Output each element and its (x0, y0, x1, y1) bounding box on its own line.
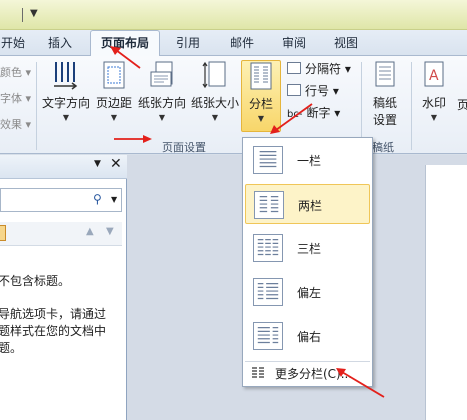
nav-message-line-4: 题。 (0, 341, 23, 355)
chevron-down-icon: ▼ (211, 113, 219, 122)
two-columns-icon (254, 191, 284, 219)
nav-message-line-1: 不包含标题。 (0, 274, 71, 288)
close-icon[interactable]: ✕ (110, 156, 122, 172)
two-columns-option[interactable]: 两栏 (245, 184, 370, 224)
tab-mailings[interactable]: 邮件 (224, 34, 260, 56)
right-column-label: 偏右 (297, 330, 322, 344)
right-column-icon (253, 322, 283, 350)
qat-separator (22, 8, 23, 22)
ribbon-separator (36, 62, 37, 150)
theme-fonts-button[interactable]: 字体 ▾ (0, 90, 31, 106)
quick-access-toolbar: ▼ (0, 0, 467, 30)
more-columns-option[interactable]: 更多分栏(C)... (245, 361, 370, 383)
down-arrow-icon[interactable]: ▼ (106, 226, 114, 237)
chevron-down-icon[interactable]: ▼ (111, 195, 117, 204)
watermark-icon: A (424, 61, 444, 87)
tab-page-layout[interactable]: 页面布局 (90, 30, 160, 57)
orientation-button[interactable]: 纸张方向 ▼ (136, 60, 188, 132)
nav-message-line-2: 导航选项卡，请通过 (0, 307, 107, 321)
three-columns-option[interactable]: 三栏 (245, 228, 370, 268)
svg-text:A: A (429, 68, 439, 84)
up-arrow-icon[interactable]: ▲ (86, 226, 94, 237)
chevron-down-icon: ▼ (62, 113, 70, 122)
nav-pane-menu-icon[interactable]: ▼ (94, 159, 101, 169)
hyphenation-icon: bc- (287, 109, 303, 120)
page-color-button[interactable]: 页 (457, 96, 467, 113)
line-numbers-icon (287, 84, 301, 96)
three-columns-label: 三栏 (297, 242, 322, 256)
navigation-pane: ▼ ✕ ⚲ ▼ ▲ ▼ 不包含标题。 导航选项卡，请通过 题样式在您的文档中 题… (0, 155, 127, 420)
paper-size-icon (202, 61, 226, 89)
draft-paper-button[interactable]: 稿纸 设置 (366, 60, 404, 132)
right-column-option[interactable]: 偏右 (245, 316, 370, 356)
tab-review[interactable]: 审阅 (276, 34, 312, 56)
orientation-label: 纸张方向 (137, 96, 186, 110)
breaks-icon (287, 62, 301, 74)
three-columns-icon (253, 234, 283, 262)
theme-effects-button[interactable]: 效果 ▾ (0, 116, 31, 132)
left-column-label: 偏左 (297, 286, 322, 300)
more-columns-icon (252, 367, 264, 378)
nav-message-line-3: 题样式在您的文档中 (0, 324, 107, 338)
browse-pages-icon[interactable] (0, 225, 6, 241)
draft-paper-label-1: 稿纸 (372, 96, 397, 110)
breaks-label: 分隔符 (305, 62, 342, 76)
margins-button[interactable]: 页边距 ▼ (94, 60, 134, 132)
columns-label: 分栏 (248, 97, 273, 111)
margins-label: 页边距 (95, 96, 132, 110)
document-page[interactable] (425, 165, 467, 420)
tab-view[interactable]: 视图 (328, 34, 364, 56)
columns-button[interactable]: 分栏 ▼ (241, 60, 281, 132)
watermark-button[interactable]: A 水印 ▼ (414, 60, 454, 132)
columns-dropdown-menu: 一栏 两栏 三栏 偏左 偏右 更多分栏(C)... (242, 137, 373, 387)
orientation-icon (150, 61, 173, 87)
draft-group-label: 稿纸 (372, 141, 394, 154)
text-direction-button[interactable]: 文字方向 ▼ (40, 60, 92, 132)
draft-paper-icon (375, 61, 395, 87)
page-setup-group-label: 页面设置 (162, 141, 206, 154)
one-column-label: 一栏 (297, 154, 322, 168)
chevron-down-icon: ▼ (110, 113, 118, 122)
hyphenation-button[interactable]: bc- 断字 ▾ (287, 104, 340, 122)
theme-colors-button[interactable]: 颜色 ▾ (0, 64, 31, 80)
watermark-label: 水印 (421, 96, 446, 110)
search-input[interactable]: ⚲ ▼ (0, 188, 122, 212)
line-numbers-button[interactable]: 行号 ▾ (287, 82, 339, 100)
one-column-icon (253, 146, 283, 174)
breaks-button[interactable]: 分隔符 ▾ (287, 60, 351, 78)
draft-paper-label-2: 设置 (372, 113, 397, 127)
two-columns-label: 两栏 (298, 199, 323, 213)
chevron-down-icon: ▼ (257, 114, 265, 123)
ribbon-page-layout: 颜色 ▾ 字体 ▾ 效果 ▾ 文字方向 ▼ 页边距 ▼ 纸张方向 ▼ 纸张大小 … (0, 56, 467, 154)
chevron-down-icon: ▼ (158, 113, 166, 122)
hyphenation-label: 断字 (306, 106, 331, 120)
one-column-option[interactable]: 一栏 (245, 140, 370, 180)
ribbon-tabs: 开始 插入 页面布局 引用 邮件 审阅 视图 (0, 30, 467, 57)
text-direction-icon (54, 62, 78, 90)
size-label: 纸张大小 (190, 96, 239, 110)
size-button[interactable]: 纸张大小 ▼ (190, 60, 240, 132)
nav-pane-header: ▼ ✕ (0, 155, 127, 179)
left-column-icon (253, 278, 283, 306)
search-icon[interactable]: ⚲ (93, 192, 102, 206)
text-direction-label: 文字方向 (41, 96, 90, 110)
left-column-option[interactable]: 偏左 (245, 272, 370, 312)
chevron-down-icon: ▼ (430, 113, 438, 122)
margins-icon (103, 61, 125, 89)
nav-pane-toolbar: ▲ ▼ (0, 222, 122, 246)
line-numbers-label: 行号 (305, 84, 330, 98)
columns-icon (250, 62, 272, 90)
more-columns-label: 更多分栏(C)... (275, 367, 353, 381)
ribbon-separator (411, 62, 412, 150)
tab-references[interactable]: 引用 (170, 34, 206, 56)
customize-qat-button[interactable]: ▼ (30, 8, 38, 19)
tab-insert[interactable]: 插入 (42, 34, 78, 56)
tab-home[interactable]: 开始 (0, 34, 28, 56)
